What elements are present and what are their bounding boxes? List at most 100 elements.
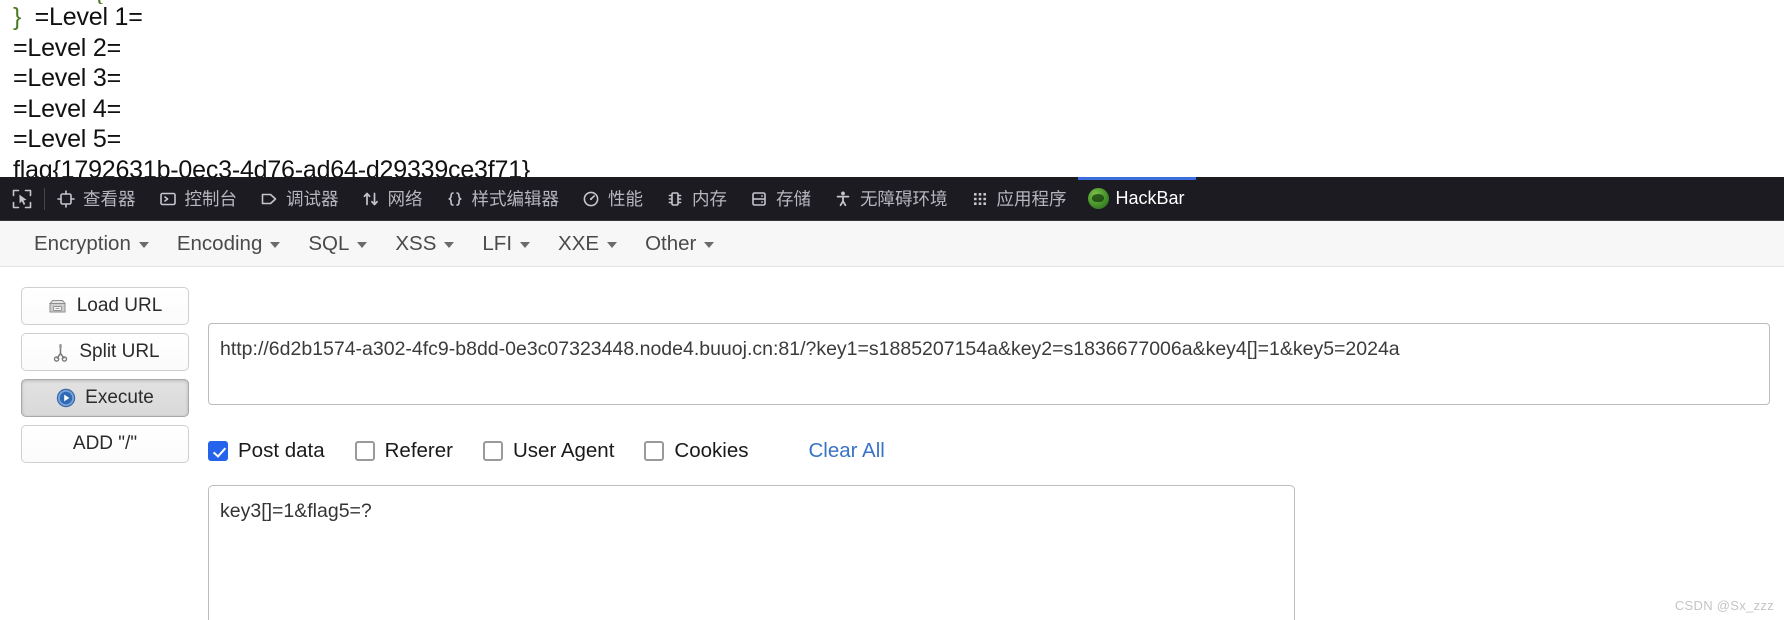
inspector-icon bbox=[56, 189, 76, 209]
storage-icon bbox=[749, 189, 769, 209]
option-cookies[interactable]: Cookies bbox=[644, 439, 748, 463]
execute-button-label: Execute bbox=[85, 387, 154, 408]
disk-icon bbox=[48, 296, 68, 316]
option-post-data-label: Post data bbox=[238, 439, 325, 462]
tab-debugger[interactable]: 调试器 bbox=[248, 177, 350, 221]
option-cookies-label: Cookies bbox=[674, 439, 749, 462]
clear-all-link[interactable]: Clear All bbox=[808, 439, 884, 463]
tab-memory[interactable]: 内存 bbox=[654, 177, 738, 221]
chevron-down-icon bbox=[607, 242, 618, 248]
menu-encoding-label: Encoding bbox=[176, 231, 263, 255]
tab-inspector-label: 查看器 bbox=[83, 189, 136, 209]
hackbar-panel: Encryption Encoding SQL XSS LFI XXE Othe… bbox=[0, 221, 1784, 620]
tab-network[interactable]: 网络 bbox=[350, 177, 434, 221]
csdn-watermark: CSDN @Sx_zzz bbox=[1674, 598, 1774, 613]
add-slash-button[interactable]: ADD "/" bbox=[21, 425, 189, 463]
execute-button[interactable]: Execute bbox=[21, 379, 189, 417]
browser-page-content: } } =Level 1= =Level 2= =Level 3= =Level… bbox=[0, 0, 1784, 205]
tab-memory-label: 内存 bbox=[692, 189, 727, 209]
network-icon bbox=[361, 189, 381, 209]
page-line-level-2: =Level 2= bbox=[13, 33, 122, 62]
json-close-brace: } bbox=[13, 3, 22, 31]
tab-accessibility[interactable]: 无障碍环境 bbox=[822, 177, 959, 221]
scissors-icon bbox=[50, 342, 70, 362]
menu-other[interactable]: Other bbox=[633, 228, 726, 260]
menu-xss[interactable]: XSS bbox=[383, 228, 466, 260]
menu-xss-label: XSS bbox=[395, 231, 437, 255]
menu-lfi-label: LFI bbox=[482, 231, 513, 255]
page-line-level-5: =Level 5= bbox=[13, 125, 122, 153]
chevron-down-icon bbox=[444, 242, 455, 248]
tab-hackbar[interactable]: HackBar bbox=[1077, 176, 1196, 221]
menu-encryption-label: Encryption bbox=[34, 231, 131, 255]
load-url-button-label: Load URL bbox=[76, 295, 163, 316]
option-referer[interactable]: Referer bbox=[354, 439, 453, 463]
chevron-down-icon bbox=[270, 242, 281, 248]
chevron-down-icon bbox=[520, 242, 531, 248]
tab-style-editor-label: 样式编辑器 bbox=[471, 189, 560, 209]
hackbar-body: Load URL Split URL Execute ADD "/" http:… bbox=[0, 267, 1784, 620]
tab-performance[interactable]: 性能 bbox=[570, 177, 654, 221]
menu-xxe[interactable]: XXE bbox=[546, 228, 629, 260]
tab-application-label: 应用程序 bbox=[996, 189, 1067, 209]
debugger-icon bbox=[259, 189, 279, 209]
menu-other-label: Other bbox=[645, 231, 697, 255]
performance-icon bbox=[581, 189, 601, 209]
menu-xxe-label: XXE bbox=[558, 231, 600, 255]
split-url-button[interactable]: Split URL bbox=[21, 333, 189, 371]
post-data-checkbox[interactable] bbox=[208, 441, 228, 461]
tab-performance-label: 性能 bbox=[608, 189, 643, 209]
menu-lfi[interactable]: LFI bbox=[470, 228, 542, 260]
play-icon bbox=[56, 388, 76, 408]
hackbar-logo-icon bbox=[1088, 188, 1109, 209]
tab-console-label: 控制台 bbox=[184, 189, 238, 209]
chevron-down-icon bbox=[704, 242, 715, 248]
menu-sql-label: SQL bbox=[308, 231, 350, 255]
option-user-agent-label: User Agent bbox=[512, 439, 615, 462]
element-picker-button[interactable] bbox=[0, 177, 44, 221]
user-agent-checkbox[interactable] bbox=[482, 441, 503, 461]
page-line-level-4: =Level 4= bbox=[13, 94, 122, 123]
add-slash-button-label: ADD "/" bbox=[72, 433, 138, 454]
cookies-checkbox[interactable] bbox=[644, 441, 665, 461]
page-clipped-top-line: } bbox=[0, 0, 1784, 4]
page-line-level-3: =Level 3= bbox=[13, 64, 122, 92]
tab-style-editor[interactable]: 样式编辑器 bbox=[434, 177, 571, 221]
console-icon bbox=[158, 189, 178, 209]
application-icon bbox=[970, 189, 990, 209]
hackbar-action-buttons: Load URL Split URL Execute ADD "/" bbox=[21, 287, 189, 463]
split-url-button-label: Split URL bbox=[79, 341, 160, 362]
option-user-agent[interactable]: User Agent bbox=[482, 439, 615, 463]
tab-inspector[interactable]: 查看器 bbox=[45, 177, 147, 221]
style-editor-icon bbox=[445, 189, 465, 209]
url-input[interactable]: http://6d2b1574-a302-4fc9-b8dd-0e3c07323… bbox=[208, 323, 1770, 405]
page-line-level-1: } =Level 1= bbox=[13, 2, 1784, 33]
chevron-down-icon bbox=[138, 242, 149, 248]
accessibility-icon bbox=[833, 189, 853, 209]
memory-icon bbox=[665, 189, 685, 209]
option-post-data[interactable]: Post data bbox=[208, 439, 325, 463]
menu-encryption[interactable]: Encryption bbox=[22, 228, 161, 260]
menu-encoding[interactable]: Encoding bbox=[165, 228, 292, 260]
devtools-toolbar: 查看器 控制台 调试器 网络 样式编辑器 性能 内存 存储 无障碍环境 应用程序… bbox=[0, 176, 1784, 221]
page-line-level-1-text: =Level 1= bbox=[21, 3, 143, 31]
tab-storage[interactable]: 存储 bbox=[738, 177, 822, 221]
tab-console[interactable]: 控制台 bbox=[147, 177, 249, 221]
referer-checkbox[interactable] bbox=[354, 441, 375, 461]
clipped-brace-glyph: } bbox=[95, 0, 103, 4]
tab-network-label: 网络 bbox=[387, 189, 423, 209]
option-referer-label: Referer bbox=[384, 439, 453, 462]
post-data-textarea[interactable]: key3[]=1&flag5=? bbox=[208, 485, 1295, 620]
tab-accessibility-label: 无障碍环境 bbox=[860, 189, 948, 209]
menu-sql[interactable]: SQL bbox=[296, 228, 379, 260]
load-url-button[interactable]: Load URL bbox=[21, 287, 189, 325]
chevron-down-icon bbox=[357, 242, 368, 248]
tab-storage-label: 存储 bbox=[776, 189, 811, 209]
screenshot-root: } } =Level 1= =Level 2= =Level 3= =Level… bbox=[0, 0, 1784, 620]
tab-application[interactable]: 应用程序 bbox=[959, 177, 1078, 221]
request-options-row: Post data Referer User Agent Cookies Cle… bbox=[208, 439, 885, 463]
element-picker-icon bbox=[12, 189, 32, 208]
hackbar-menubar: Encryption Encoding SQL XSS LFI XXE Othe… bbox=[0, 221, 1784, 267]
tab-hackbar-label: HackBar bbox=[1115, 188, 1185, 208]
tab-debugger-label: 调试器 bbox=[286, 189, 339, 209]
